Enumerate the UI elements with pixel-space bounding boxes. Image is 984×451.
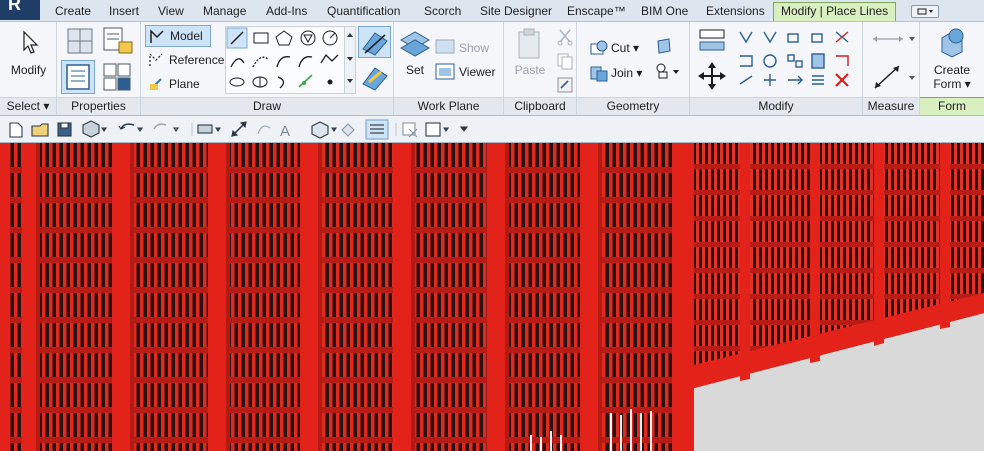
copy-icon[interactable] (556, 52, 574, 70)
panel-work-plane: Set Show Viewer Work Plane (394, 22, 504, 115)
panel-geometry: Cut ▾ Join ▾ Geometry (577, 22, 690, 115)
minimize-ribbon-button[interactable] (911, 5, 939, 18)
reference-line-button[interactable]: Reference (169, 53, 224, 67)
tab-bim-one[interactable]: BIM One (641, 3, 688, 21)
modify-button[interactable]: Modify (0, 63, 57, 77)
cut-geometry-button[interactable]: Cut ▾ (611, 41, 639, 55)
ribbon-tab-bar: R Create Insert View Manage Add-Ins Quan… (0, 0, 984, 22)
clipboard-panel-label: Clipboard (504, 97, 576, 115)
revit-logo-icon: R (8, 0, 21, 14)
modify-cursor-icon[interactable] (20, 30, 40, 54)
panel-measure: Measure (863, 22, 920, 115)
quick-access-toolbar: A (0, 116, 984, 143)
red-facade-3d-model (0, 143, 984, 451)
match-type-icon[interactable] (556, 76, 574, 94)
measure-panel-label: Measure (863, 97, 919, 115)
pick-lines-button[interactable] (358, 26, 391, 58)
modify-panel-label: Modify (690, 97, 862, 115)
model-line-icon (150, 29, 164, 43)
modify-tools-icon[interactable] (736, 28, 860, 94)
draw-shapes-icon (226, 27, 339, 89)
create-form-button-line1[interactable]: Create (920, 63, 984, 77)
tab-modify-place-lines[interactable]: Modify | Place Lines (773, 2, 897, 21)
set-workplane-icon[interactable] (399, 30, 431, 58)
panel-draw: Model Reference Plane Draw (141, 22, 394, 115)
create-form-icon (941, 28, 964, 58)
application-menu-button[interactable]: R (0, 0, 40, 20)
join-geometry-button[interactable]: Join ▾ (611, 66, 642, 80)
create-form-button-line2[interactable]: Form ▾ (920, 77, 984, 91)
work-plane-panel-label: Work Plane (394, 97, 503, 115)
properties-icon (66, 64, 90, 90)
tab-add-ins[interactable]: Add-Ins (266, 3, 307, 21)
pick-faces-icon[interactable] (359, 62, 391, 92)
geometry-panel-label: Geometry (577, 97, 689, 115)
quick-access-icons[interactable]: A (0, 116, 480, 142)
model-line-label: Model (170, 29, 203, 43)
align-icon[interactable] (696, 26, 728, 56)
draw-panel-label: Draw (141, 97, 393, 115)
tab-view[interactable]: View (158, 3, 184, 21)
set-workplane-button[interactable]: Set (399, 63, 431, 77)
tab-site-designer[interactable]: Site Designer (480, 3, 552, 21)
panel-select: Modify Select ▾ (0, 22, 57, 115)
split-face-icon[interactable] (655, 37, 673, 55)
properties-button[interactable] (61, 60, 95, 94)
family-types-icon[interactable] (65, 26, 95, 56)
move-icon[interactable] (696, 60, 728, 92)
cut-icon[interactable] (556, 28, 574, 46)
reference-plane-button[interactable]: Plane (169, 77, 200, 91)
measure-distance-icon[interactable] (869, 30, 915, 48)
model-line-button[interactable]: Model (145, 25, 211, 47)
workplane-viewer-icon (435, 63, 455, 80)
minimize-ribbon-icon (917, 8, 933, 15)
wall-joins-icon[interactable] (655, 62, 681, 80)
panel-clipboard: Paste Clipboard (504, 22, 577, 115)
gallery-scroll-arrows-icon (347, 33, 353, 83)
properties-panel-label: Properties (57, 97, 140, 115)
pick-lines-icon (362, 32, 388, 56)
tab-insert[interactable]: Insert (109, 3, 139, 21)
panel-modify: Modify (690, 22, 863, 115)
join-geometry-icon (590, 66, 608, 82)
reference-line-icon (149, 52, 163, 66)
panel-properties: Properties (57, 22, 141, 115)
reference-plane-icon (150, 78, 162, 90)
draw-gallery-scroll[interactable] (344, 26, 356, 94)
tab-create[interactable]: Create (55, 3, 91, 21)
svg-text:A: A (280, 123, 290, 140)
family-category-icon[interactable] (102, 26, 134, 56)
tab-manage[interactable]: Manage (203, 3, 246, 21)
paste-button[interactable]: Paste (510, 63, 550, 77)
workplane-viewer-button[interactable]: Viewer (459, 65, 495, 79)
tab-scorch[interactable]: Scorch (424, 3, 461, 21)
form-panel-label: Form (920, 97, 984, 115)
tab-extensions[interactable]: Extensions (706, 3, 765, 21)
paste-icon (518, 28, 540, 59)
draw-tools-gallery (225, 26, 345, 94)
drawing-area-3d-view[interactable] (0, 143, 984, 451)
type-properties-icon[interactable] (102, 62, 134, 92)
panel-form: Create Form ▾ Form (920, 22, 984, 115)
select-panel-label[interactable]: Select ▾ (0, 97, 56, 115)
show-workplane-icon (435, 39, 455, 54)
aligned-dimension-icon[interactable] (869, 62, 915, 92)
ribbon: Modify Select ▾ Properties Model Referen… (0, 22, 984, 116)
cut-geometry-icon (590, 40, 608, 55)
show-workplane-button[interactable]: Show (459, 41, 489, 55)
tab-enscape[interactable]: Enscape™ (567, 3, 626, 21)
tab-quantification[interactable]: Quantification (327, 3, 400, 21)
